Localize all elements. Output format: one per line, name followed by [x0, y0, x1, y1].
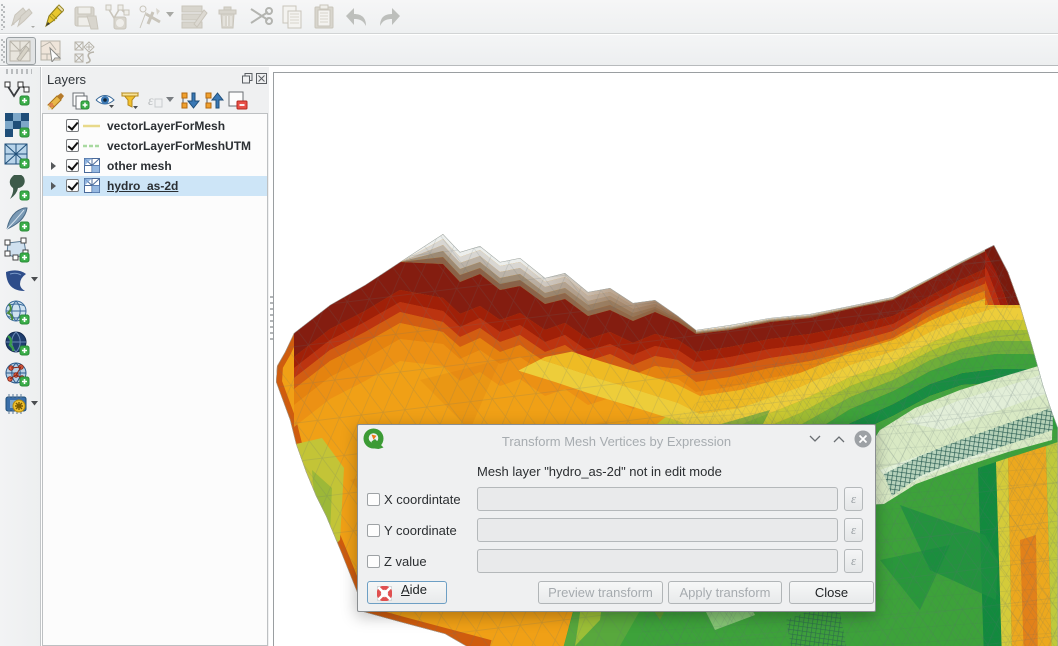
- svg-text:ε: ε: [148, 94, 154, 109]
